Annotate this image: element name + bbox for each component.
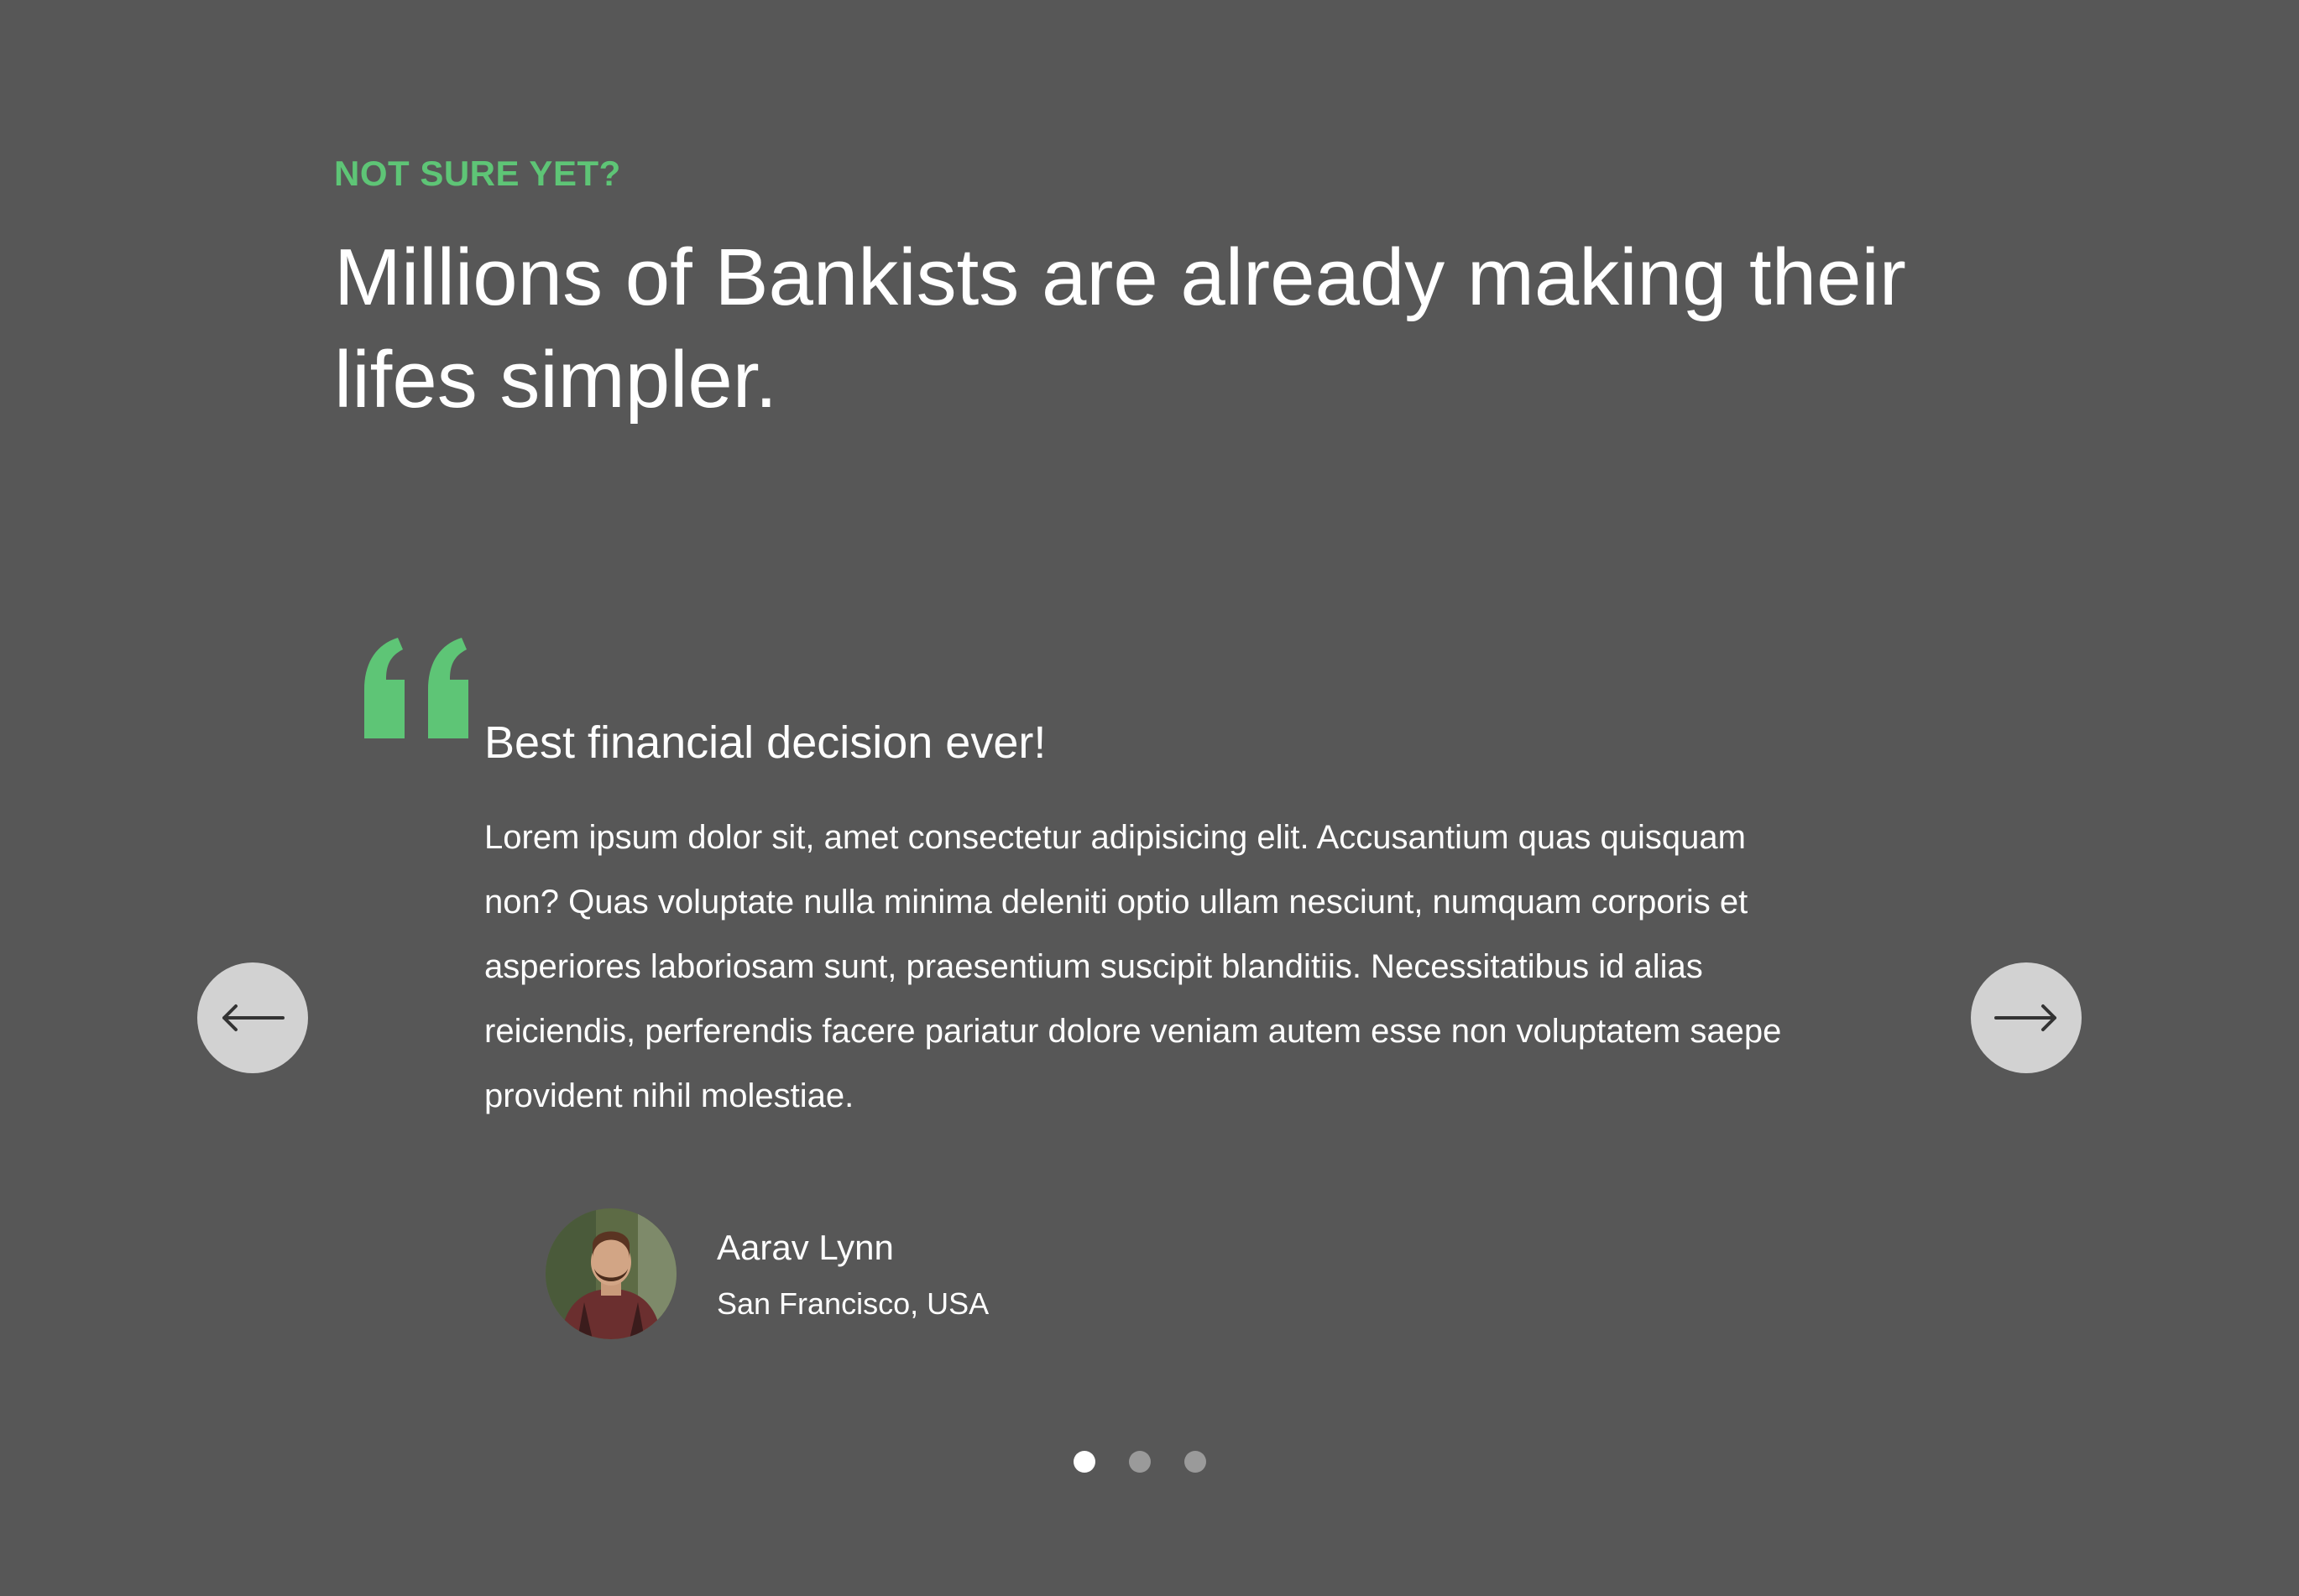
- author-location: San Francisco, USA: [717, 1286, 990, 1321]
- slider-prev-button[interactable]: [197, 962, 308, 1073]
- testimonial: Best financial decision ever! Lorem ipsu…: [484, 713, 1810, 1129]
- testimonial-slider: Best financial decision ever! Lorem ipsu…: [0, 587, 2299, 1510]
- testimonial-author: Aarav Lynn San Francisco, USA: [546, 1208, 989, 1339]
- slider-dot-2[interactable]: [1129, 1451, 1151, 1473]
- arrow-right-icon: [1993, 1001, 2060, 1035]
- testimonial-title: Best financial decision ever!: [484, 717, 1047, 768]
- slider-next-button[interactable]: [1971, 962, 2082, 1073]
- author-name: Aarav Lynn: [717, 1228, 894, 1267]
- slider-dot-3[interactable]: [1184, 1451, 1206, 1473]
- section-headline: Millions of Bankists are already making …: [334, 232, 1906, 425]
- arrow-left-icon: [219, 1001, 286, 1035]
- author-info: Aarav Lynn San Francisco, USA: [717, 1224, 989, 1323]
- section-eyebrow: NOT SURE YET?: [334, 154, 621, 193]
- section-header: NOT SURE YET? Millions of Bankists are a…: [334, 144, 2013, 431]
- author-avatar: [546, 1208, 677, 1339]
- slider-dots: [0, 1451, 2299, 1473]
- quote-mark-icon: [358, 638, 475, 738]
- slider-dot-1[interactable]: [1074, 1451, 1095, 1473]
- testimonial-text: Lorem ipsum dolor sit, amet consectetur …: [484, 819, 1782, 1114]
